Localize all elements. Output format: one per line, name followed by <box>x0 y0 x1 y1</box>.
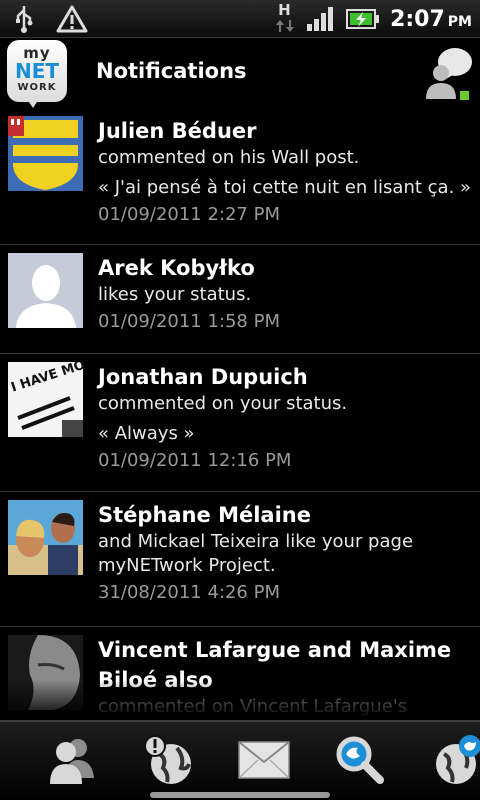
avatar <box>8 500 83 575</box>
notification-quote: « J'ai pensé à toi cette nuit en lisant … <box>98 177 472 198</box>
list-item[interactable]: Julien Béduer commented on his Wall post… <box>0 108 480 245</box>
sender-name: Julien Béduer <box>98 119 257 143</box>
network-type-indicator: H <box>274 1 296 35</box>
avatar <box>8 635 83 710</box>
notification-quote: « Always » <box>98 423 195 444</box>
notification-text: and Mickael Teixeira like your page <box>98 531 414 552</box>
page-title: Notifications <box>96 59 247 83</box>
usb-icon <box>16 6 33 33</box>
notification-text: commented on his Wall post. <box>98 147 360 168</box>
sender-name: Vincent Lafargue and Maxime Biloé also <box>98 638 452 692</box>
sender-name: Arek Kobyłko <box>98 256 255 280</box>
friends-icon[interactable] <box>44 734 100 786</box>
chat-bubble-icon[interactable] <box>422 43 474 101</box>
avatar: I HAVE MOVED <box>8 362 83 437</box>
list-item[interactable]: I HAVE MOVED Jonathan Dupuich commented … <box>0 354 480 492</box>
notification-text: commented on Vincent Lafargue's <box>98 696 408 717</box>
signal-icon <box>307 7 334 31</box>
status-bar: H 2:07 PM <box>0 0 480 38</box>
notification-text: likes your status. <box>98 284 252 305</box>
avatar <box>8 116 83 191</box>
bottom-nav-bar <box>0 720 480 800</box>
clock: 2:07 PM <box>390 6 472 32</box>
notification-text: myNETwork Project. <box>98 555 276 576</box>
app-header: my NET WORK Notifications <box>0 38 480 108</box>
list-item[interactable]: Stéphane Mélaine and Mickael Teixeira li… <box>0 492 480 627</box>
timestamp: 01/09/2011 2:27 PM <box>98 204 280 225</box>
avatar <box>8 253 83 328</box>
sender-name: Jonathan Dupuich <box>98 365 308 389</box>
globe-alert-icon[interactable] <box>141 734 197 786</box>
list-item[interactable]: Arek Kobyłko likes your status. 01/09/20… <box>0 245 480 354</box>
timestamp: 01/09/2011 1:58 PM <box>98 311 280 332</box>
globe-twitter-icon[interactable] <box>428 734 480 786</box>
timestamp: 31/08/2011 4:26 PM <box>98 582 280 603</box>
warning-icon <box>56 5 88 33</box>
notification-text: commented on your status. <box>98 393 348 414</box>
timestamp: 01/09/2011 12:16 PM <box>98 450 292 471</box>
search-icon[interactable] <box>332 734 388 786</box>
list-item[interactable]: Vincent Lafargue and Maxime Biloé also c… <box>0 627 480 720</box>
drawer-handle[interactable] <box>150 792 330 798</box>
notification-list[interactable]: Julien Béduer commented on his Wall post… <box>0 108 480 720</box>
battery-charging-icon <box>346 9 380 29</box>
sender-name: Stéphane Mélaine <box>98 503 311 527</box>
mail-icon[interactable] <box>236 734 292 786</box>
mynetwork-logo[interactable]: my NET WORK <box>7 40 67 108</box>
